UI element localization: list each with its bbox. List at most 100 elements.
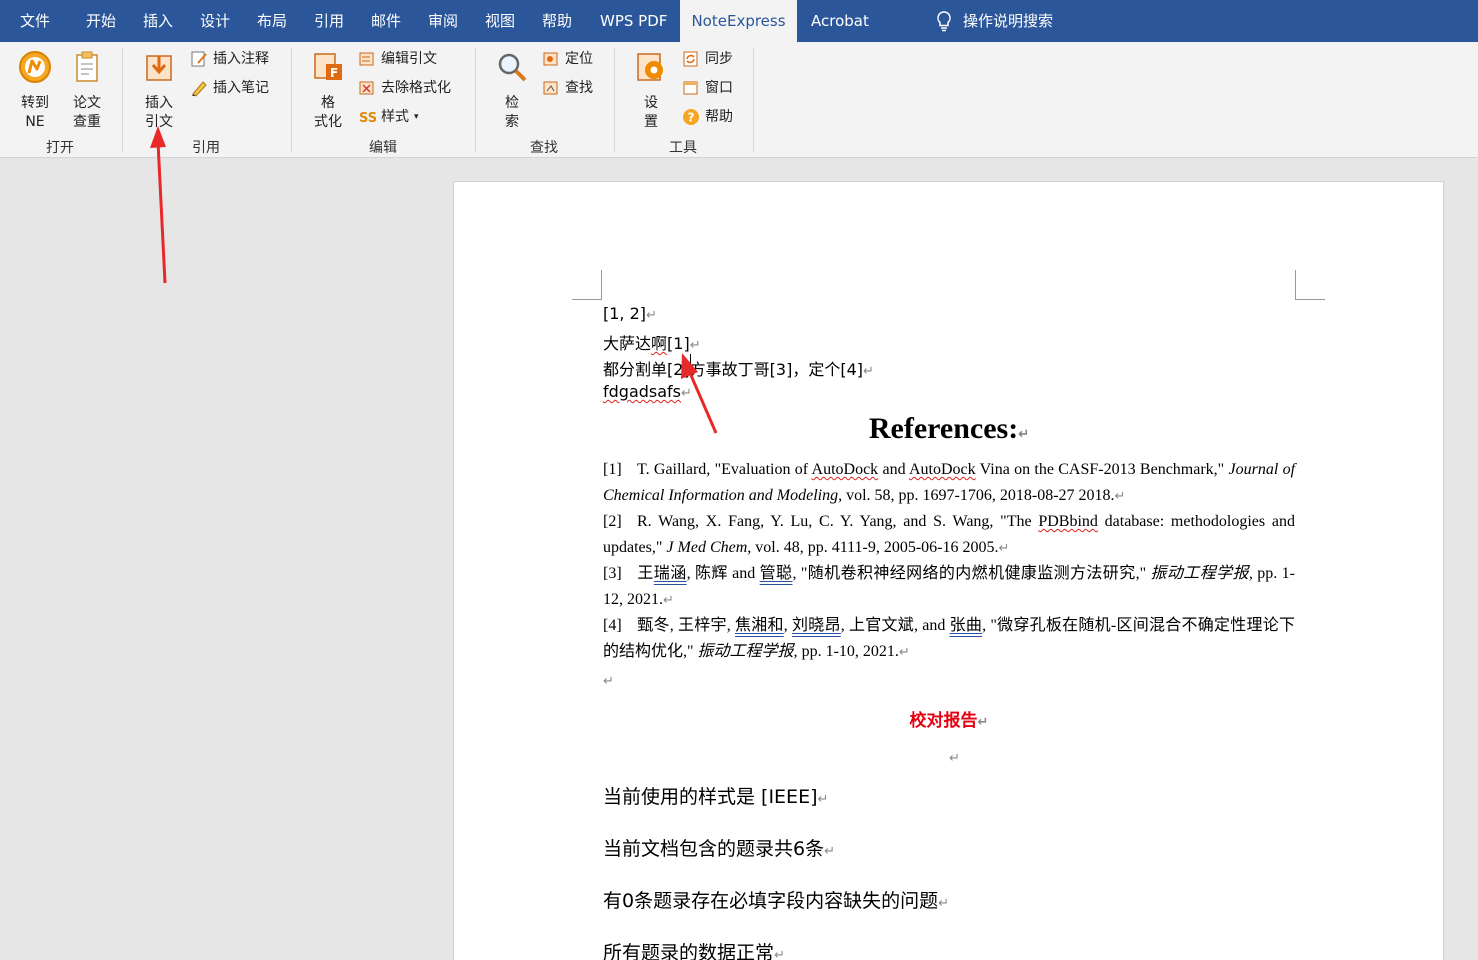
window-icon (683, 81, 698, 95)
tab-view[interactable]: 视图 (485, 0, 515, 42)
insert-memo-label: 插入笔记 (213, 80, 269, 96)
group-divider (291, 48, 292, 152)
locate-label: 定位 (565, 51, 593, 67)
goto-ne-button[interactable]: 转到 NE (14, 50, 56, 132)
journal-name: J Med Chem, (666, 539, 752, 556)
menu-bar: 文件 开始 插入 设计 布局 引用 邮件 审阅 视图 帮助 WPS PDF No… (0, 0, 1478, 42)
style-dropdown[interactable]: SS 样式 ▾ (358, 106, 419, 128)
paragraph-mark: ↵ (977, 715, 989, 730)
insert-note-label: 插入注释 (213, 51, 269, 67)
format-button[interactable]: F 格 式化 (307, 50, 349, 132)
tab-file[interactable]: 文件 (20, 0, 50, 42)
format-label: 格 式化 (314, 95, 342, 130)
empty-paragraph: ↵ (603, 670, 614, 689)
locate-button[interactable]: 定位 (542, 48, 593, 70)
tab-acrobat[interactable]: Acrobat (811, 0, 869, 42)
insert-memo-button[interactable]: 插入笔记 (190, 77, 269, 99)
edit-citation-icon (359, 52, 374, 66)
reference-entry: [1] T. Gaillard, "Evaluation of AutoDock … (603, 457, 1295, 509)
document-body[interactable]: [1, 2]↵ 大萨达啊[1]↵ 都分割单[2]方事故丁哥[3]，定个[4]↵ … (603, 182, 1295, 960)
page-corner-mark (572, 270, 602, 300)
group-label-find: 查找 (530, 140, 558, 156)
search-label: 检 索 (505, 95, 519, 130)
group-divider (475, 48, 476, 152)
remove-format-button[interactable]: 去除格式化 (358, 77, 451, 99)
chevron-down-icon: ▾ (414, 112, 419, 122)
remove-format-label: 去除格式化 (381, 80, 451, 96)
svg-text:F: F (330, 66, 338, 80)
help-button[interactable]: ? 帮助 (682, 106, 733, 128)
tab-insert[interactable]: 插入 (143, 0, 173, 42)
gear-icon (637, 53, 663, 81)
paragraph-mark: ↵ (949, 751, 960, 766)
style-icon: SS (359, 111, 376, 126)
report-title-text: 校对报告 (909, 711, 978, 731)
reference-number: [1] (603, 461, 622, 478)
report-line: 当前使用的样式是 [IEEE]↵ (603, 786, 829, 808)
reference-number: [3] (603, 565, 622, 582)
reference-entry: [3] 王瑞涵, 陈辉 and 管聪, "随机卷积神经网络的内燃机健康监测方法研究… (603, 561, 1295, 613)
group-divider (614, 48, 615, 152)
noteexpress-logo-icon (19, 51, 51, 83)
goto-ne-label: 转到 NE (21, 95, 49, 130)
group-label-tools: 工具 (669, 140, 697, 156)
settings-label: 设 置 (644, 95, 658, 130)
window-label: 窗口 (705, 80, 733, 96)
document-page[interactable]: [1, 2]↵ 大萨达啊[1]↵ 都分割单[2]方事故丁哥[3]，定个[4]↵ … (453, 181, 1444, 960)
reference-number: [4] (603, 617, 622, 634)
tab-help[interactable]: 帮助 (542, 0, 572, 42)
search-button[interactable]: 检 索 (491, 50, 533, 132)
find-icon (543, 81, 558, 95)
window-button[interactable]: 窗口 (682, 77, 733, 99)
tab-mailings[interactable]: 邮件 (371, 0, 401, 42)
ribbon: 转到 NE 论文 查重 打开 插入 引文 插入注释 插入笔记 引用 F 格 式化… (0, 42, 1478, 158)
memo-pen-icon (192, 81, 207, 97)
reference-entry: [4] 甄冬, 王梓宇, 焦湘和, 刘晓昂, 上官文斌, and 张曲, "微穿孔… (603, 613, 1295, 665)
tab-wps-pdf[interactable]: WPS PDF (600, 0, 667, 42)
annotation-arrow-icon (150, 126, 167, 284)
style-label: 样式 (381, 109, 409, 125)
tab-layout[interactable]: 布局 (257, 0, 287, 42)
search-label: 操作说明搜索 (963, 12, 1054, 30)
group-label-open: 打开 (46, 140, 74, 156)
reference-entry: [2] R. Wang, X. Fang, Y. Lu, C. Y. Yang, … (603, 509, 1295, 561)
svg-text:?: ? (688, 111, 695, 125)
spellcheck-word: 啊 (651, 334, 668, 353)
clipboard-check-icon (76, 51, 98, 82)
sync-icon (683, 51, 698, 67)
group-label-edit: 编辑 (369, 140, 397, 156)
references-heading-text: References: (868, 412, 1019, 445)
paragraph-mark: ↵ (603, 674, 614, 689)
sync-button[interactable]: 同步 (682, 48, 733, 70)
tab-references[interactable]: 引用 (314, 0, 344, 42)
svg-text:SS: SS (359, 111, 376, 126)
tell-me-search[interactable]: 操作说明搜索 (935, 0, 1053, 42)
report-line: 所有题录的数据正常↵ (603, 942, 785, 960)
note-pencil-icon (191, 51, 207, 67)
paragraph-mark: ↵ (646, 308, 657, 323)
paper-check-button[interactable]: 论文 查重 (66, 50, 108, 132)
find-label: 查找 (565, 80, 593, 96)
insert-citation-icon (146, 55, 172, 81)
group-divider (753, 48, 754, 152)
group-divider (122, 48, 123, 152)
find-button[interactable]: 查找 (542, 77, 593, 99)
paragraph-mark: ↵ (863, 364, 874, 379)
text-run: 都分割单[2]方事故丁哥[3]，定个[4] (603, 360, 863, 379)
locate-icon (543, 52, 558, 66)
tab-design[interactable]: 设计 (200, 0, 230, 42)
tab-noteexpress[interactable]: NoteExpress (680, 0, 797, 42)
text-line: [1, 2]↵ (603, 304, 657, 323)
settings-button[interactable]: 设 置 (630, 50, 672, 132)
paragraph-mark: ↵ (1018, 426, 1030, 441)
empty-paragraph: ↵ (949, 747, 960, 766)
tab-review[interactable]: 审阅 (428, 0, 458, 42)
insert-note-button[interactable]: 插入注释 (190, 48, 269, 70)
journal-name: 振动工程学报, (1150, 565, 1253, 582)
report-line: 当前文档包含的题录共6条↵ (603, 838, 835, 860)
edit-citation-button[interactable]: 编辑引文 (358, 48, 437, 70)
paper-check-label: 论文 查重 (73, 95, 101, 130)
tab-home[interactable]: 开始 (86, 0, 116, 42)
report-line: 有0条题录存在必填字段内容缺失的问题↵ (603, 890, 949, 912)
lightbulb-icon (937, 11, 951, 32)
